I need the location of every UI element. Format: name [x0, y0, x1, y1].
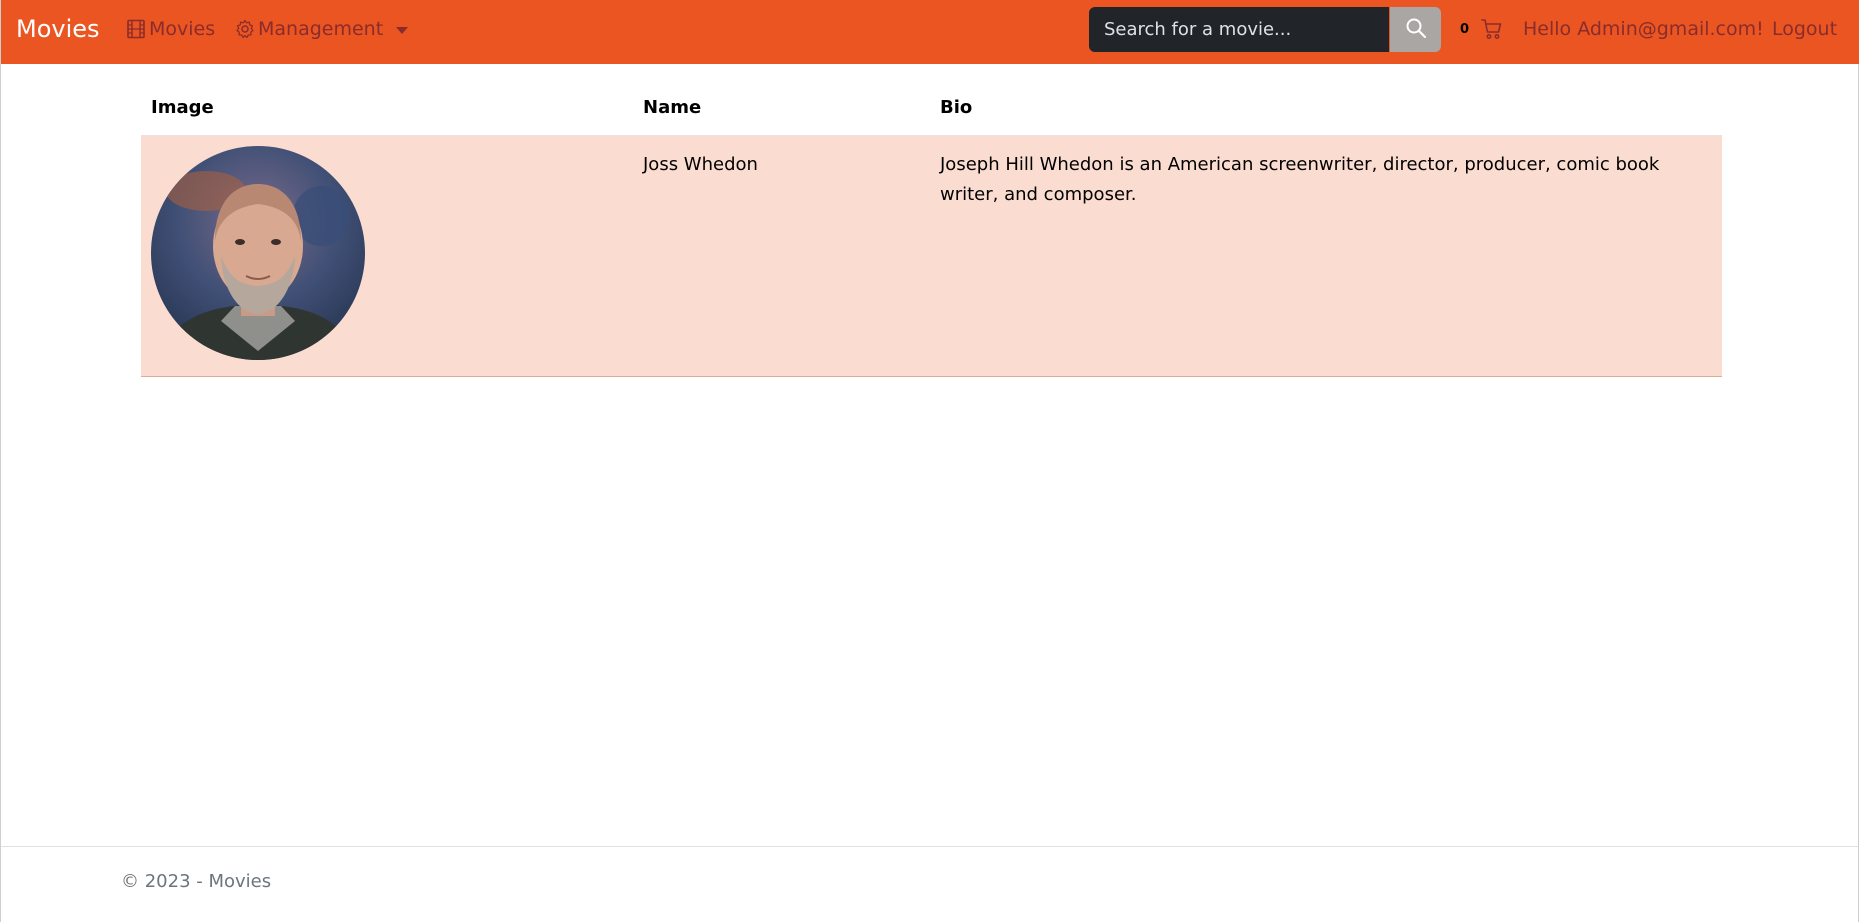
actor-image-cell [141, 135, 633, 377]
actor-avatar [151, 146, 365, 360]
nav-management-label: Management [258, 18, 384, 40]
nav-management-dropdown[interactable]: Management [235, 0, 409, 58]
cart-icon[interactable] [1481, 18, 1503, 44]
search-icon [1405, 17, 1427, 42]
film-icon [126, 19, 146, 39]
column-header-image: Image [141, 80, 633, 136]
actors-table-wrapper: Image Name Bio Joss Whedon Joseph Hill W… [141, 80, 1722, 377]
column-header-name: Name [633, 80, 930, 136]
table-header-row: Image Name Bio [141, 80, 1722, 136]
gear-icon [235, 19, 255, 39]
logout-link[interactable]: Logout [1772, 0, 1837, 58]
search-button[interactable] [1390, 7, 1441, 52]
nav-movies-link[interactable]: Movies [126, 0, 215, 58]
search-input[interactable] [1089, 7, 1389, 52]
footer: © 2023 - Movies [1, 846, 1858, 922]
user-greeting-link[interactable]: Hello Admin@gmail.com! [1523, 0, 1764, 58]
page: Movies Movies Management Search for a mo… [0, 0, 1859, 922]
chevron-down-icon [396, 26, 409, 34]
cart-count-badge: 0 [1460, 22, 1470, 37]
navbar: Movies Movies Management Search for a mo… [1, 0, 1859, 64]
actors-table: Image Name Bio Joss Whedon Joseph Hill W… [141, 80, 1722, 377]
table-row: Joss Whedon Joseph Hill Whedon is an Ame… [141, 135, 1722, 377]
brand-link[interactable]: Movies [16, 0, 100, 58]
nav-movies-label: Movies [149, 18, 216, 40]
column-header-bio: Bio [930, 80, 1722, 136]
actor-bio-cell: Joseph Hill Whedon is an American screen… [930, 135, 1722, 377]
actor-name-cell: Joss Whedon [633, 135, 930, 377]
copyright-text: © 2023 - Movies [121, 871, 272, 892]
